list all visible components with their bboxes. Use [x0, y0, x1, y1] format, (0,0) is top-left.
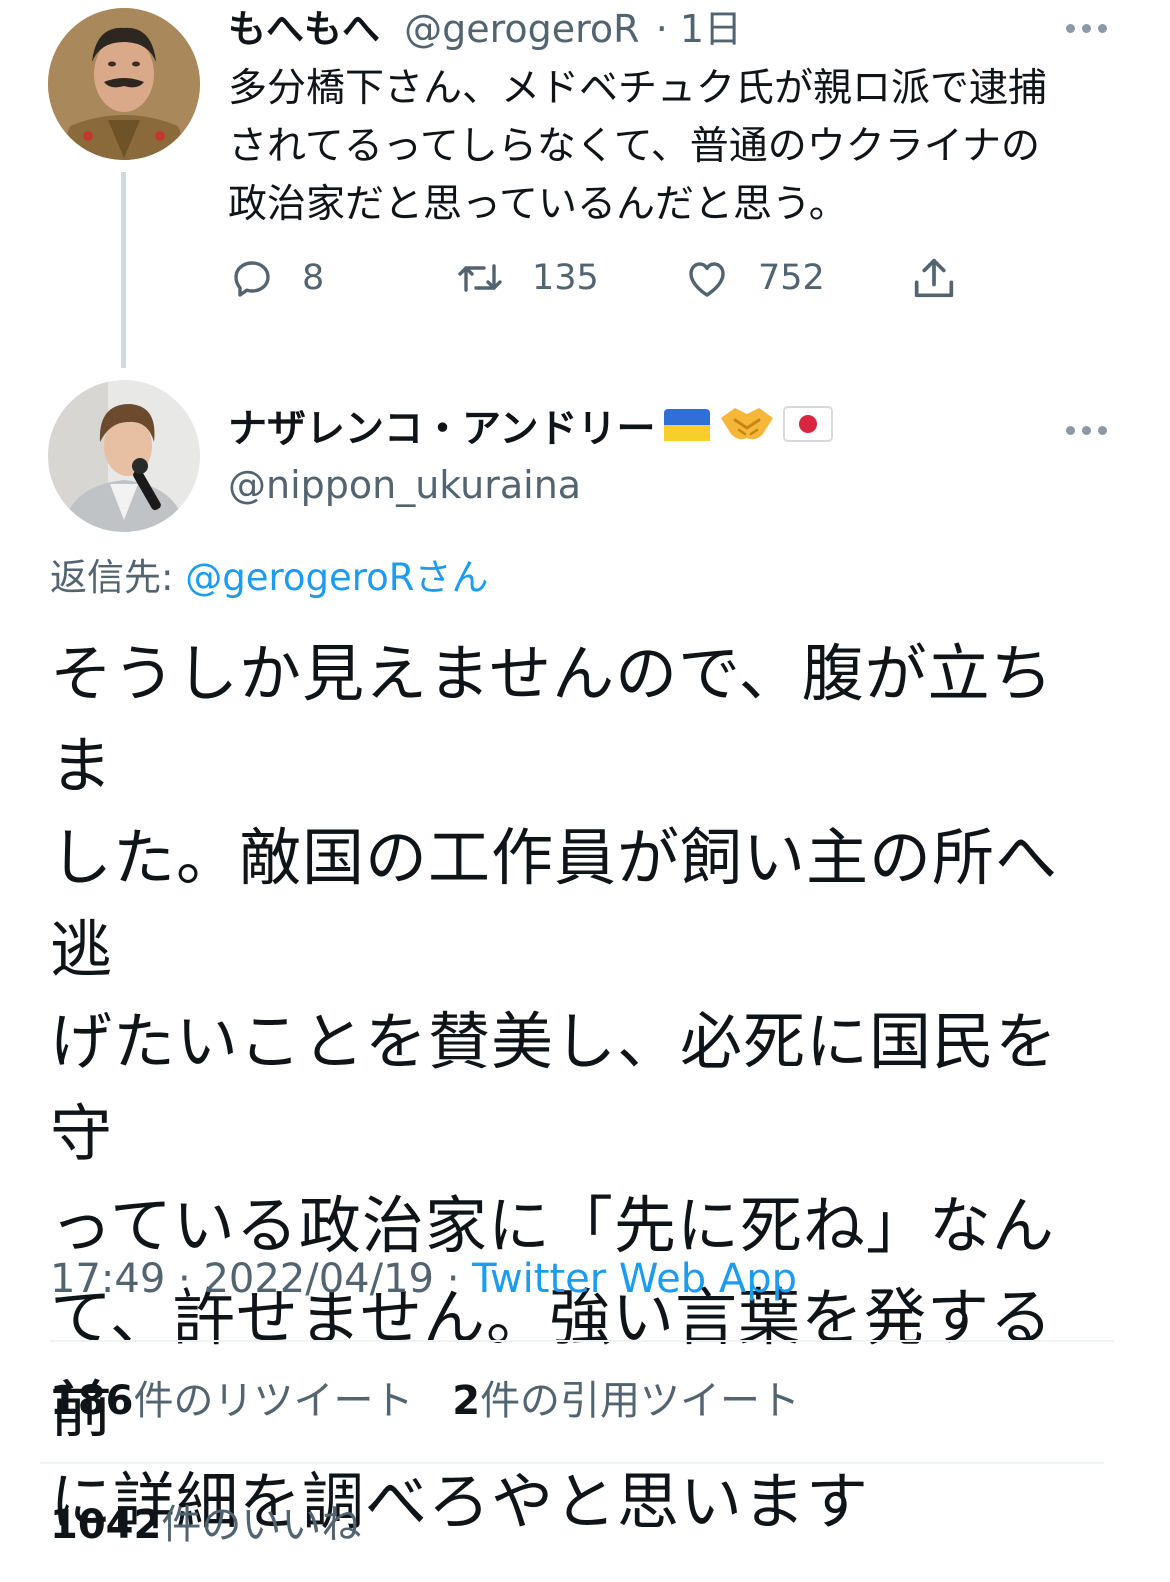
retweets-link[interactable]: 186件のリツイート: [50, 1378, 414, 1424]
parent-header: もへもへ @gerogeroR · 1日: [228, 4, 742, 54]
main-avatar[interactable]: [48, 380, 200, 532]
quote-label: 件の引用ツイート: [480, 1378, 801, 1424]
divider: [50, 1340, 1114, 1342]
ukraine-flag-emoji: [663, 404, 711, 456]
quotes-link[interactable]: 2件の引用ツイート: [452, 1378, 800, 1424]
tweet-time[interactable]: 17:49: [50, 1256, 165, 1302]
parent-avatar[interactable]: [48, 8, 200, 160]
retweet-icon: [454, 254, 506, 302]
tweet-source-link[interactable]: Twitter Web App: [472, 1256, 797, 1302]
reply-icon: [228, 254, 276, 302]
parent-handle[interactable]: @gerogeroR: [404, 7, 639, 51]
reply-to-prefix: 返信先:: [50, 556, 186, 599]
like-total: 1042: [50, 1502, 162, 1548]
main-handle[interactable]: @nippon_ukuraina: [228, 460, 581, 510]
more-icon[interactable]: [1066, 424, 1110, 436]
share-button[interactable]: [908, 250, 960, 306]
reply-to-handle-link[interactable]: @gerogeroR: [185, 556, 414, 599]
retweet-count: 135: [532, 258, 599, 298]
parent-display-name[interactable]: もへもへ: [228, 7, 380, 51]
parent-separator: ·: [655, 7, 668, 51]
main-display-name[interactable]: ナザレンコ・アンドリー: [228, 404, 655, 456]
meta-separator: ·: [446, 1256, 460, 1302]
parent-tweet-text: 多分橋下さん、メドベチュク氏が親ロ派で逮捕 されてるってしらなくて、普通のウクラ…: [228, 66, 1048, 227]
retweet-label: 件のリツイート: [133, 1378, 414, 1424]
likes-link[interactable]: 1042件のいいね: [50, 1498, 361, 1552]
quote-total: 2: [452, 1378, 481, 1424]
like-label: 件のいいね: [161, 1502, 362, 1548]
parent-time[interactable]: 1日: [680, 7, 742, 51]
more-icon[interactable]: [1066, 22, 1110, 34]
like-button[interactable]: 752: [682, 250, 825, 306]
handshake-emoji: [717, 400, 777, 460]
divider: [40, 1462, 1104, 1464]
japan-flag-emoji: [783, 404, 834, 456]
like-count: 752: [758, 258, 825, 298]
main-header: ナザレンコ・アンドリー: [228, 404, 834, 456]
retweet-button[interactable]: 135: [454, 250, 599, 306]
reply-to-suffix: さん: [414, 556, 489, 599]
meta-separator: ·: [178, 1256, 191, 1302]
retweet-total: 186: [50, 1378, 134, 1424]
like-icon: [682, 254, 732, 302]
share-icon: [908, 252, 960, 304]
retweet-stats: 186件のリツイート 2件の引用ツイート: [50, 1374, 800, 1428]
reply-button[interactable]: 8: [228, 250, 324, 306]
tweet-meta: 17:49 · 2022/04/19 · Twitter Web App: [50, 1252, 797, 1306]
reply-to-line: 返信先: @gerogeroRさん: [50, 552, 489, 604]
tweet-date[interactable]: 2022/04/19: [203, 1256, 434, 1302]
reply-count: 8: [302, 258, 325, 298]
thread-line: [121, 172, 126, 368]
